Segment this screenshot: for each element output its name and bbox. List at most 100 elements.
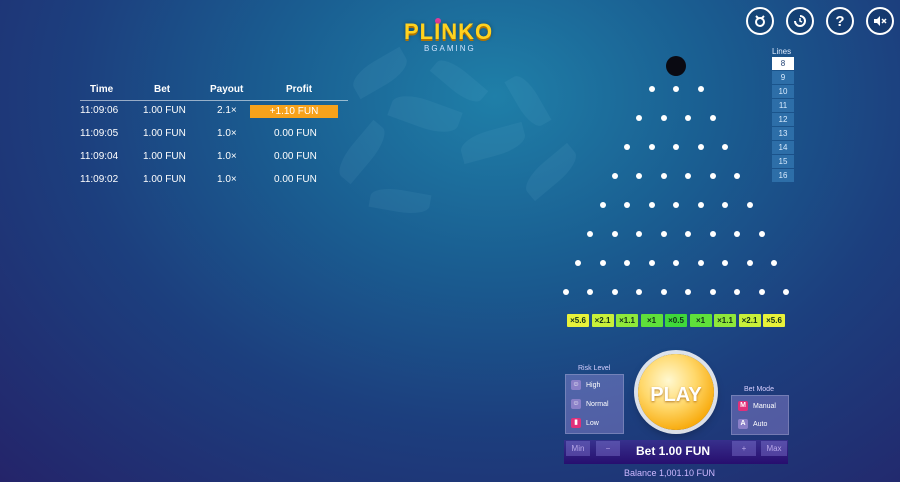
row-time: 11:09:06: [80, 105, 119, 116]
peg: [624, 144, 630, 150]
history-button[interactable]: [786, 7, 814, 35]
row-bet: 1.00 FUN: [143, 174, 186, 185]
increase-bet-button[interactable]: +: [732, 441, 756, 456]
row-profit: 0.00 FUN: [274, 174, 317, 185]
multiplier-slot: ×1: [689, 314, 712, 327]
peg: [648, 260, 655, 266]
lines-option-14[interactable]: 14: [772, 141, 794, 154]
risk-high-label: High: [586, 381, 601, 389]
manual-icon: M: [738, 401, 748, 411]
lines-option-10[interactable]: 10: [772, 85, 794, 98]
peg: [587, 289, 594, 295]
ball: [666, 56, 686, 76]
peg: [660, 289, 667, 295]
mode-auto-label: Auto: [753, 420, 768, 428]
bet-amount: Bet 1.00 FUN: [636, 444, 711, 458]
multiplier-slot: ×1.1: [714, 314, 736, 327]
mode-manual-option[interactable]: M Manual: [738, 397, 776, 415]
multiplier-slot: ×5.6: [763, 314, 785, 327]
mute-button[interactable]: [866, 7, 894, 35]
lines-option-8[interactable]: 8: [772, 57, 794, 70]
multiplier-slot: ×2.1: [591, 314, 614, 327]
lines-option-9[interactable]: 9: [772, 71, 794, 84]
lines-option-13[interactable]: 13: [772, 127, 794, 140]
peg: [697, 144, 704, 150]
peg: [709, 115, 716, 121]
history-row: 11:09:02 1.00 FUN 1.0× 0.00 FUN: [80, 170, 348, 193]
peg: [575, 260, 581, 266]
risk-low-label: Low: [586, 419, 599, 427]
lines-selector: 8 9 10 11 12 13 14 15 16: [772, 57, 794, 183]
row-payout: 1.0×: [217, 128, 237, 139]
peg: [685, 231, 692, 237]
mute-icon: [874, 16, 887, 26]
row-payout: 2.1×: [217, 105, 237, 116]
peg: [648, 144, 655, 150]
multiplier-slot: ×5.6: [567, 314, 589, 327]
balance: Balance 1,001.10 FUN: [624, 468, 716, 478]
peg: [636, 115, 643, 121]
risk-low-option[interactable]: ▮ Low: [571, 414, 599, 432]
peg: [673, 260, 679, 266]
play-label: PLAY: [650, 383, 702, 406]
peg: [709, 231, 716, 237]
peg: [685, 289, 692, 295]
row-bet: 1.00 FUN: [143, 128, 186, 139]
play-button[interactable]: PLAY: [638, 354, 714, 430]
header-payout: Payout: [210, 84, 244, 95]
peg: [783, 289, 790, 295]
multiplier-slot: ×1: [640, 314, 663, 327]
peg: [697, 86, 704, 92]
peg: [648, 202, 655, 208]
row-time: 11:09:05: [80, 128, 119, 139]
peg: [624, 202, 630, 208]
row-profit: 0.00 FUN: [274, 151, 317, 162]
lines-option-16[interactable]: 16: [772, 169, 794, 182]
risk-high-option[interactable]: ☺ High: [571, 376, 600, 394]
min-bet-button[interactable]: Min: [566, 441, 590, 456]
lock-button[interactable]: [746, 7, 774, 35]
help-button[interactable]: ?: [826, 7, 854, 35]
max-bet-button[interactable]: Max: [761, 441, 787, 456]
bet-mode-label: Bet Mode: [744, 386, 774, 393]
risk-level-label: Risk Level: [578, 365, 611, 372]
header-profit: Profit: [286, 84, 313, 95]
peg: [697, 202, 704, 208]
peg: [636, 173, 643, 179]
peg: [611, 173, 618, 179]
lock-icon: [755, 15, 765, 27]
lines-option-12[interactable]: 12: [772, 113, 794, 126]
plinko-logo: PLINKO BGAMING: [402, 14, 502, 56]
peg: [771, 260, 777, 266]
peg: [648, 86, 655, 92]
peg: [636, 289, 643, 295]
peg: [722, 202, 728, 208]
row-profit: 0.00 FUN: [274, 128, 317, 139]
peg: [734, 173, 741, 179]
multiplier-slot: ×1.1: [616, 314, 638, 327]
history-icon: [794, 15, 806, 27]
peg: [660, 173, 667, 179]
peg: [660, 115, 667, 121]
peg: [734, 289, 741, 295]
peg: [709, 173, 716, 179]
multiplier-slot: ×0.5: [665, 314, 687, 327]
header-bet: Bet: [154, 84, 171, 95]
mode-auto-option[interactable]: A Auto: [738, 415, 767, 433]
risk-normal-label: Normal: [586, 400, 609, 408]
history-row: 11:09:06 1.00 FUN 2.1× +1.10 FUN: [80, 101, 348, 124]
lines-option-11[interactable]: 11: [772, 99, 794, 112]
logo-subtitle: BGAMING: [424, 44, 476, 53]
history-row: 11:09:05 1.00 FUN 1.0× 0.00 FUN: [80, 124, 348, 147]
peg: [746, 260, 753, 266]
lines-option-15[interactable]: 15: [772, 155, 794, 168]
peg: [611, 231, 618, 237]
decrease-bet-button[interactable]: −: [596, 441, 620, 456]
risk-low-icon: ▮: [571, 418, 581, 428]
multiplier-slot: ×2.1: [738, 314, 761, 327]
risk-normal-option[interactable]: ☺ Normal: [571, 395, 609, 413]
row-payout: 1.0×: [217, 151, 237, 162]
history-row: 11:09:04 1.00 FUN 1.0× 0.00 FUN: [80, 147, 348, 170]
risk-level-panel: ☺ High ☺ Normal ▮ Low: [565, 374, 624, 434]
peg: [599, 202, 606, 208]
